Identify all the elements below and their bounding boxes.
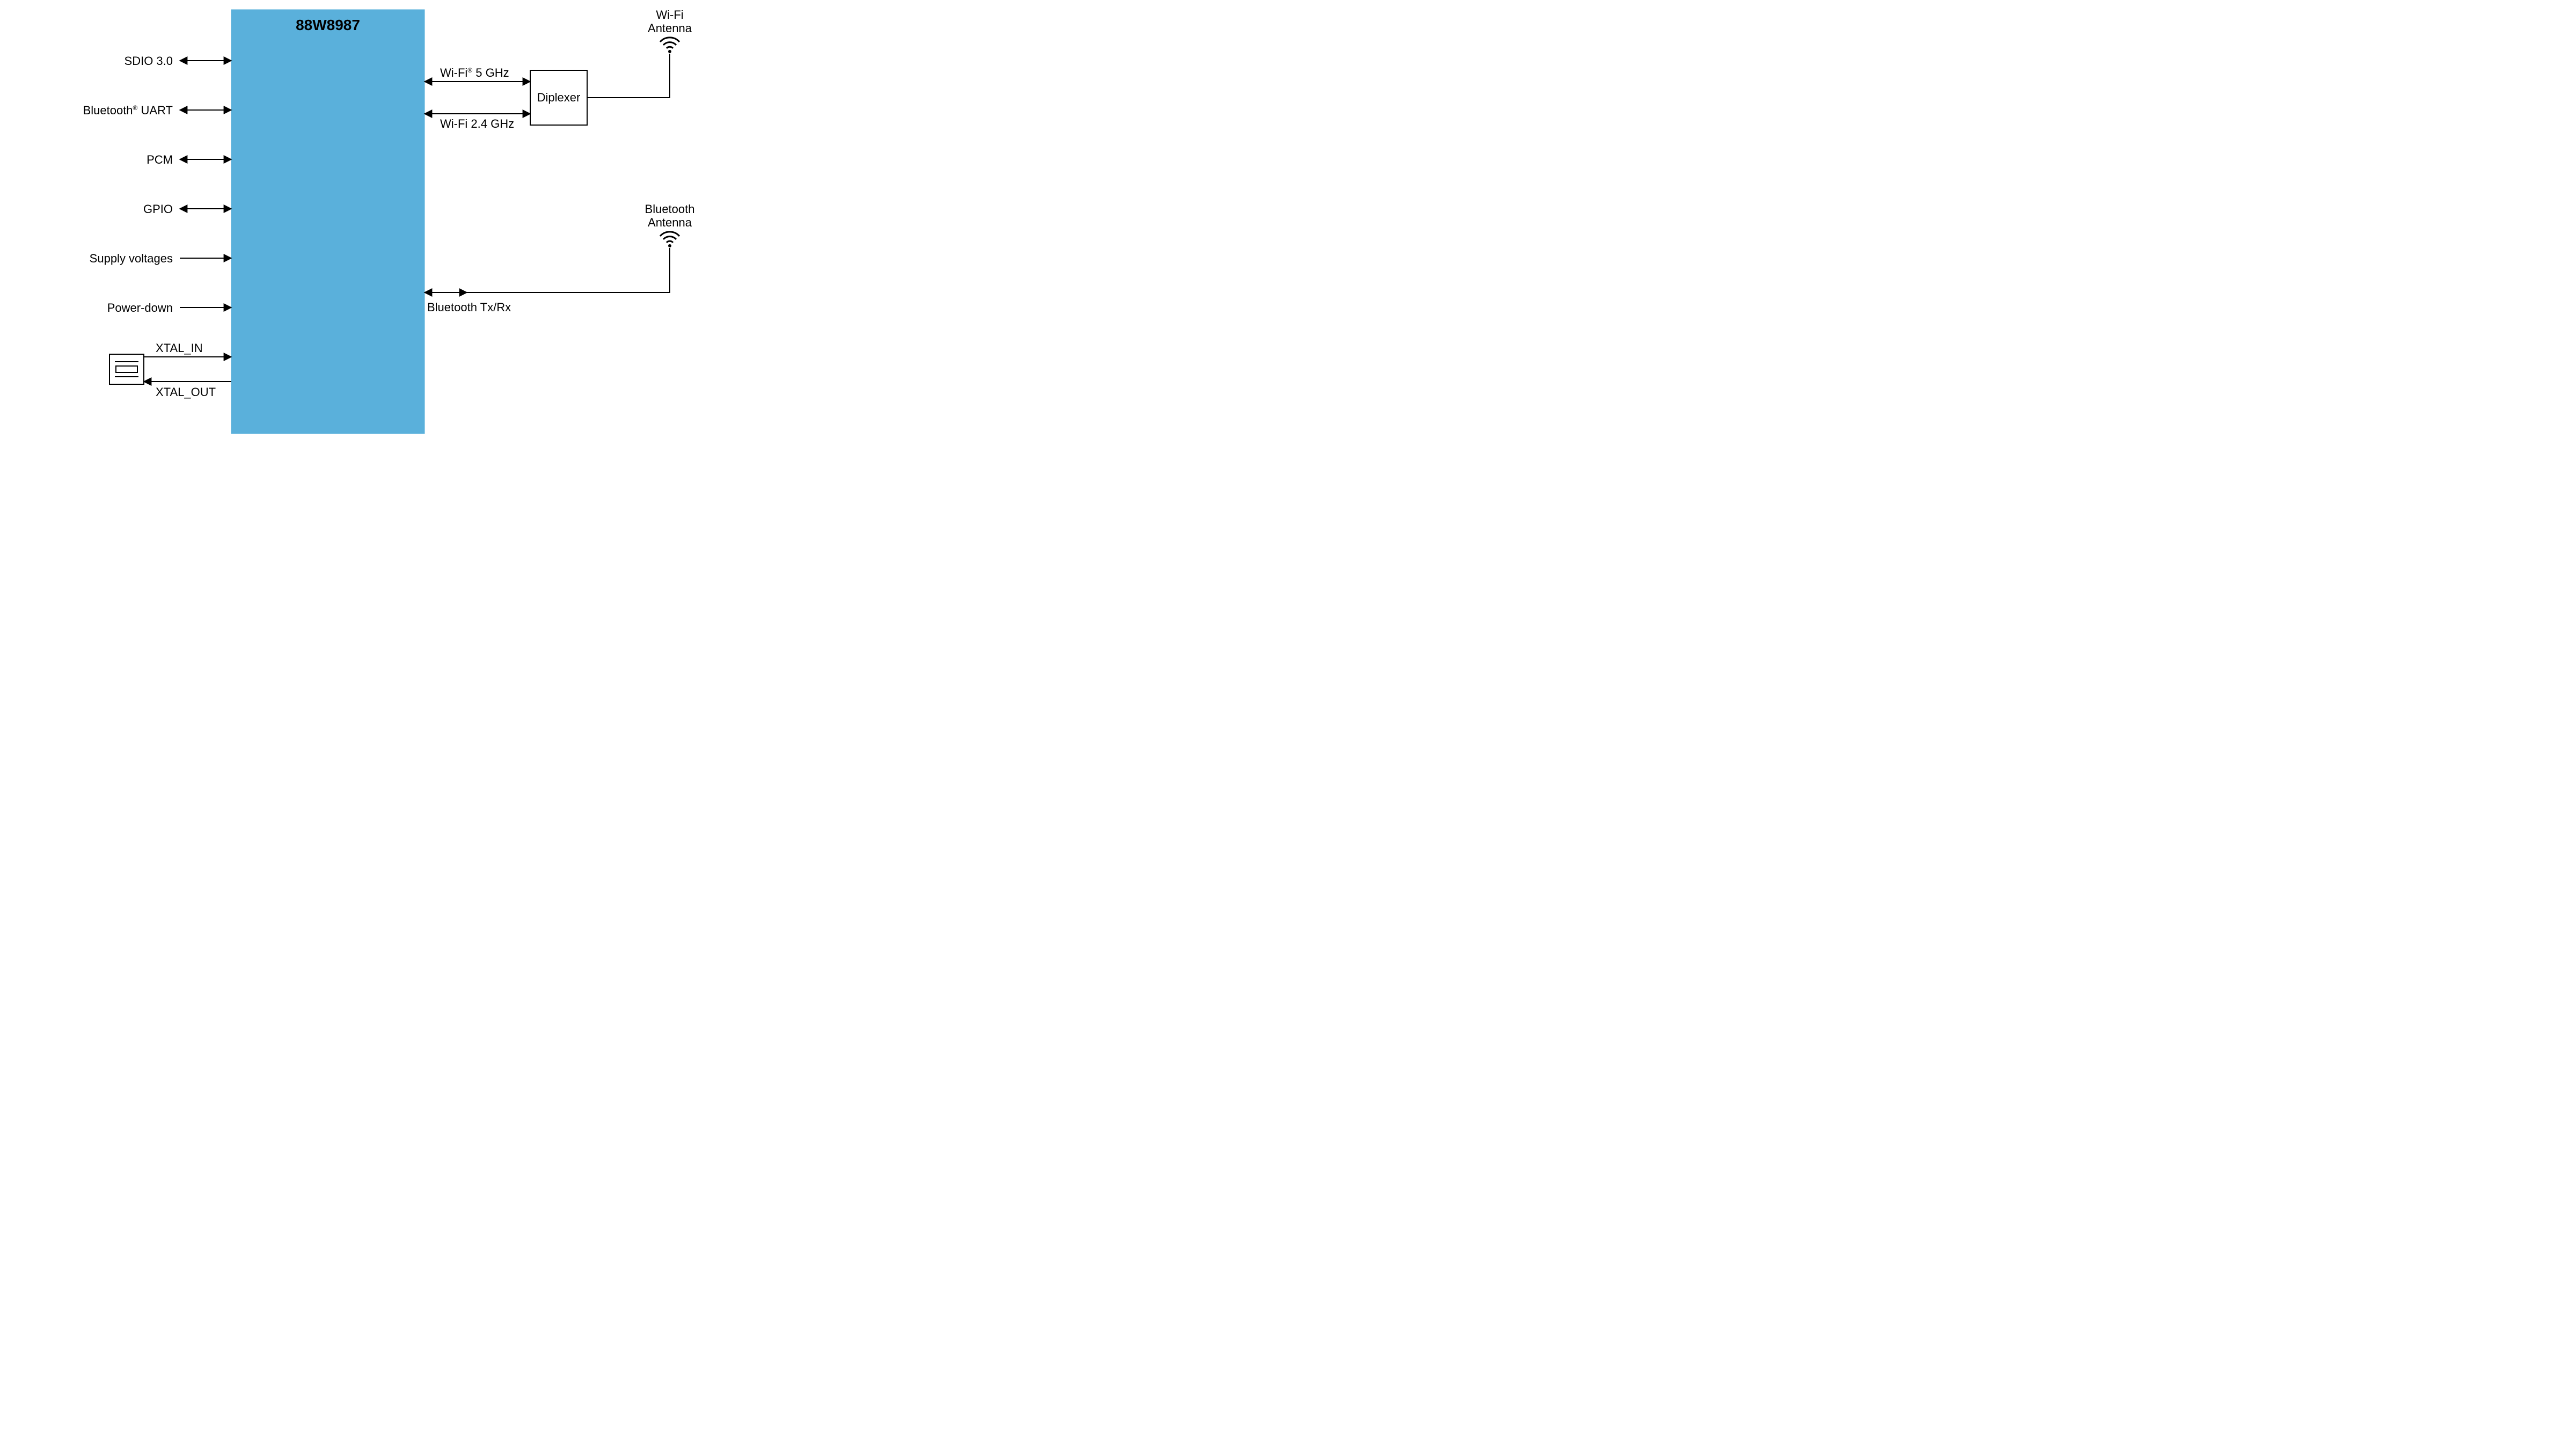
label-bt-txrx: Bluetooth Tx/Rx [427,301,511,314]
label-xtal-out: XTAL_OUT [156,385,216,399]
label-wifi-antenna-2: Antenna [648,21,692,35]
label-bt-antenna-1: Bluetooth [645,202,695,216]
label-wifi-antenna-1: Wi-Fi [656,8,683,21]
chip-title: 88W8987 [296,17,360,33]
chip-88w8987 [231,10,425,434]
label-sdio: SDIO 3.0 [125,54,173,68]
label-bt-antenna-2: Antenna [648,216,692,229]
block-diagram: 88W8987 SDIO 3.0 Bluetooth® UART PCM GPI… [0,0,816,459]
bt-antenna: Bluetooth Antenna [467,202,694,292]
label-gpio: GPIO [143,202,173,216]
label-diplexer: Diplexer [537,91,581,104]
wifi-antenna-icon [660,38,679,53]
label-wifi-5ghz: Wi-Fi® 5 GHz [440,66,509,79]
label-supply: Supply voltages [90,252,173,265]
label-pcm: PCM [147,153,173,166]
label-bt-uart: Bluetooth® UART [83,104,173,117]
label-powerdown: Power-down [107,301,173,314]
label-xtal-in: XTAL_IN [156,341,203,355]
bt-antenna-icon [660,232,679,247]
wifi-antenna: Wi-Fi Antenna [587,8,692,98]
label-wifi-24ghz: Wi-Fi 2.4 GHz [440,117,514,130]
crystal-symbol [109,354,144,384]
